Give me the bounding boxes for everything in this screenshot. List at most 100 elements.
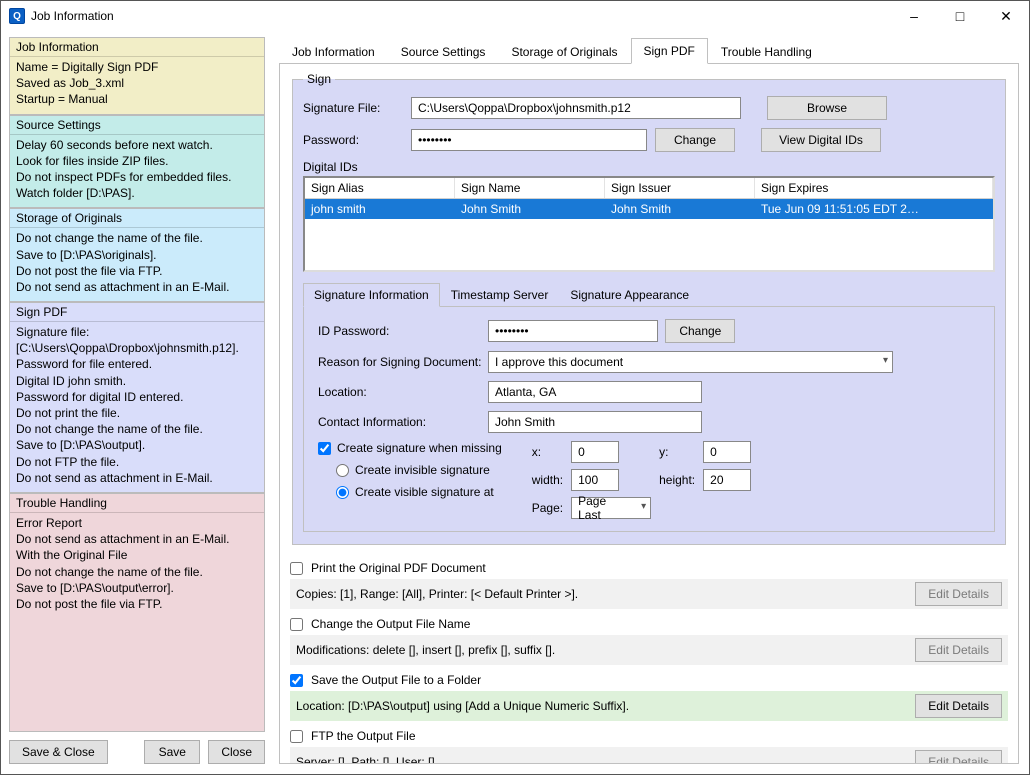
tab-storage[interactable]: Storage of Originals: [498, 39, 630, 64]
sidebar-buttons: Save & Close Save Close: [9, 732, 265, 768]
chevron-down-icon: ▾: [641, 501, 646, 512]
y-input[interactable]: [703, 441, 751, 463]
location-input[interactable]: [488, 381, 702, 403]
ftp-label: FTP the Output File: [311, 729, 416, 743]
y-label: y:: [659, 445, 695, 459]
sidebar-header: Sign PDF: [10, 303, 264, 322]
sidebar-section-signpdf[interactable]: Sign PDF Signature file: [C:\Users\Qoppa…: [9, 302, 265, 493]
main-tabs: Job Information Source Settings Storage …: [279, 37, 1019, 64]
change-password-button[interactable]: Change: [655, 128, 735, 152]
col-sign-issuer[interactable]: Sign Issuer: [605, 178, 755, 198]
app-icon: Q: [9, 8, 25, 24]
sign-subtabs: Signature Information Timestamp Server S…: [303, 282, 995, 307]
subtab-timestamp[interactable]: Timestamp Server: [440, 283, 560, 307]
contact-label: Contact Information:: [318, 415, 488, 429]
height-input[interactable]: [703, 469, 751, 491]
idpassword-input[interactable]: [488, 320, 658, 342]
close-button[interactable]: ✕: [983, 1, 1029, 31]
close-button-bottom[interactable]: Close: [208, 740, 265, 764]
sidebar-section-storage[interactable]: Storage of Originals Do not change the n…: [9, 208, 265, 302]
reason-label: Reason for Signing Document:: [318, 355, 488, 369]
rename-label: Change the Output File Name: [311, 617, 470, 631]
save-close-button[interactable]: Save & Close: [9, 740, 108, 764]
sidebar-header: Job Information: [10, 38, 264, 57]
col-sign-expires[interactable]: Sign Expires: [755, 178, 993, 198]
tab-signpdf[interactable]: Sign PDF: [631, 38, 708, 64]
create-missing-checkbox[interactable]: [318, 442, 331, 455]
rename-desc: Modifications: delete [], insert [], pre…: [296, 643, 555, 657]
col-sign-alias[interactable]: Sign Alias: [305, 178, 455, 198]
titlebar: Q Job Information – □ ✕: [1, 1, 1029, 31]
print-label: Print the Original PDF Document: [311, 561, 486, 575]
create-missing-label: Create signature when missing: [337, 441, 502, 455]
sidebar-section-jobinfo[interactable]: Job Information Name = Digitally Sign PD…: [9, 37, 265, 115]
sidebar-section-trouble[interactable]: Trouble Handling Error Report Do not sen…: [9, 493, 265, 732]
outrow-print: Print the Original PDF Document Copies: …: [290, 557, 1008, 613]
sidebar-body: Signature file: [C:\Users\Qoppa\Dropbox\…: [10, 322, 264, 492]
minimize-button[interactable]: –: [891, 1, 937, 31]
sidebar-header: Source Settings: [10, 116, 264, 135]
subtabpage-siginfo: ID Password: Change Reason for Signing D…: [303, 307, 995, 532]
x-label: x:: [532, 445, 563, 459]
idpassword-label: ID Password:: [318, 324, 488, 338]
output-options: Print the Original PDF Document Copies: …: [290, 557, 1008, 764]
password-label: Password:: [303, 133, 403, 147]
ftp-desc: Server: [], Path: [], User: [].: [296, 755, 438, 764]
subtab-appearance[interactable]: Signature Appearance: [559, 283, 700, 307]
page-label: Page:: [532, 501, 563, 515]
location-label: Location:: [318, 385, 488, 399]
sidebar-body: Error Report Do not send as attachment i…: [10, 513, 264, 618]
outrow-rename: Change the Output File Name Modification…: [290, 613, 1008, 669]
table-row[interactable]: john smith John Smith John Smith Tue Jun…: [305, 199, 993, 219]
table-header: Sign Alias Sign Name Sign Issuer Sign Ex…: [305, 178, 993, 199]
rename-edit-button[interactable]: Edit Details: [915, 638, 1002, 662]
tab-jobinfo[interactable]: Job Information: [279, 39, 388, 64]
x-input[interactable]: [571, 441, 619, 463]
height-label: height:: [659, 473, 695, 487]
print-desc: Copies: [1], Range: [All], Printer: [< D…: [296, 587, 578, 601]
visible-label: Create visible signature at: [355, 485, 494, 499]
print-edit-button[interactable]: Edit Details: [915, 582, 1002, 606]
reason-select[interactable]: I approve this document ▾: [488, 351, 893, 373]
sign-panel: Sign Signature File: Browse Password: Ch…: [292, 72, 1006, 545]
print-checkbox[interactable]: [290, 562, 303, 575]
sidebar: Job Information Name = Digitally Sign PD…: [1, 31, 273, 774]
save-label: Save the Output File to a Folder: [311, 673, 481, 687]
tab-source[interactable]: Source Settings: [388, 39, 499, 64]
visible-radio[interactable]: [336, 486, 349, 499]
tab-trouble[interactable]: Trouble Handling: [708, 39, 825, 64]
maximize-button[interactable]: □: [937, 1, 983, 31]
outrow-save: Save the Output File to a Folder Locatio…: [290, 669, 1008, 725]
idpassword-change-button[interactable]: Change: [665, 319, 735, 343]
sidebar-body: Do not change the name of the file. Save…: [10, 228, 264, 301]
window: Q Job Information – □ ✕ Job Information …: [0, 0, 1030, 775]
rename-checkbox[interactable]: [290, 618, 303, 631]
outrow-ftp: FTP the Output File Server: [], Path: []…: [290, 725, 1008, 764]
save-checkbox[interactable]: [290, 674, 303, 687]
contact-input[interactable]: [488, 411, 702, 433]
sidebar-body: Delay 60 seconds before next watch. Look…: [10, 135, 264, 208]
view-digital-ids-button[interactable]: View Digital IDs: [761, 128, 881, 152]
width-input[interactable]: [571, 469, 619, 491]
digitalids-label: Digital IDs: [303, 160, 995, 174]
password-input[interactable]: [411, 129, 647, 151]
sidebar-body: Name = Digitally Sign PDF Saved as Job_3…: [10, 57, 264, 114]
sidebar-section-source[interactable]: Source Settings Delay 60 seconds before …: [9, 115, 265, 209]
ftp-edit-button[interactable]: Edit Details: [915, 750, 1002, 764]
ftp-checkbox[interactable]: [290, 730, 303, 743]
sidebar-header: Trouble Handling: [10, 494, 264, 513]
save-edit-button[interactable]: Edit Details: [915, 694, 1002, 718]
col-sign-name[interactable]: Sign Name: [455, 178, 605, 198]
sign-legend: Sign: [303, 72, 335, 86]
sidebar-header: Storage of Originals: [10, 209, 264, 228]
main: Job Information Source Settings Storage …: [273, 31, 1029, 774]
save-button[interactable]: Save: [144, 740, 200, 764]
chevron-down-icon: ▾: [883, 355, 888, 366]
invisible-radio[interactable]: [336, 464, 349, 477]
page-select[interactable]: Page Last ▾: [571, 497, 651, 519]
browse-button[interactable]: Browse: [767, 96, 887, 120]
digitalids-table[interactable]: Sign Alias Sign Name Sign Issuer Sign Ex…: [303, 176, 995, 272]
subtab-siginfo[interactable]: Signature Information: [303, 283, 440, 307]
window-title: Job Information: [31, 9, 891, 23]
sigfile-input[interactable]: [411, 97, 741, 119]
